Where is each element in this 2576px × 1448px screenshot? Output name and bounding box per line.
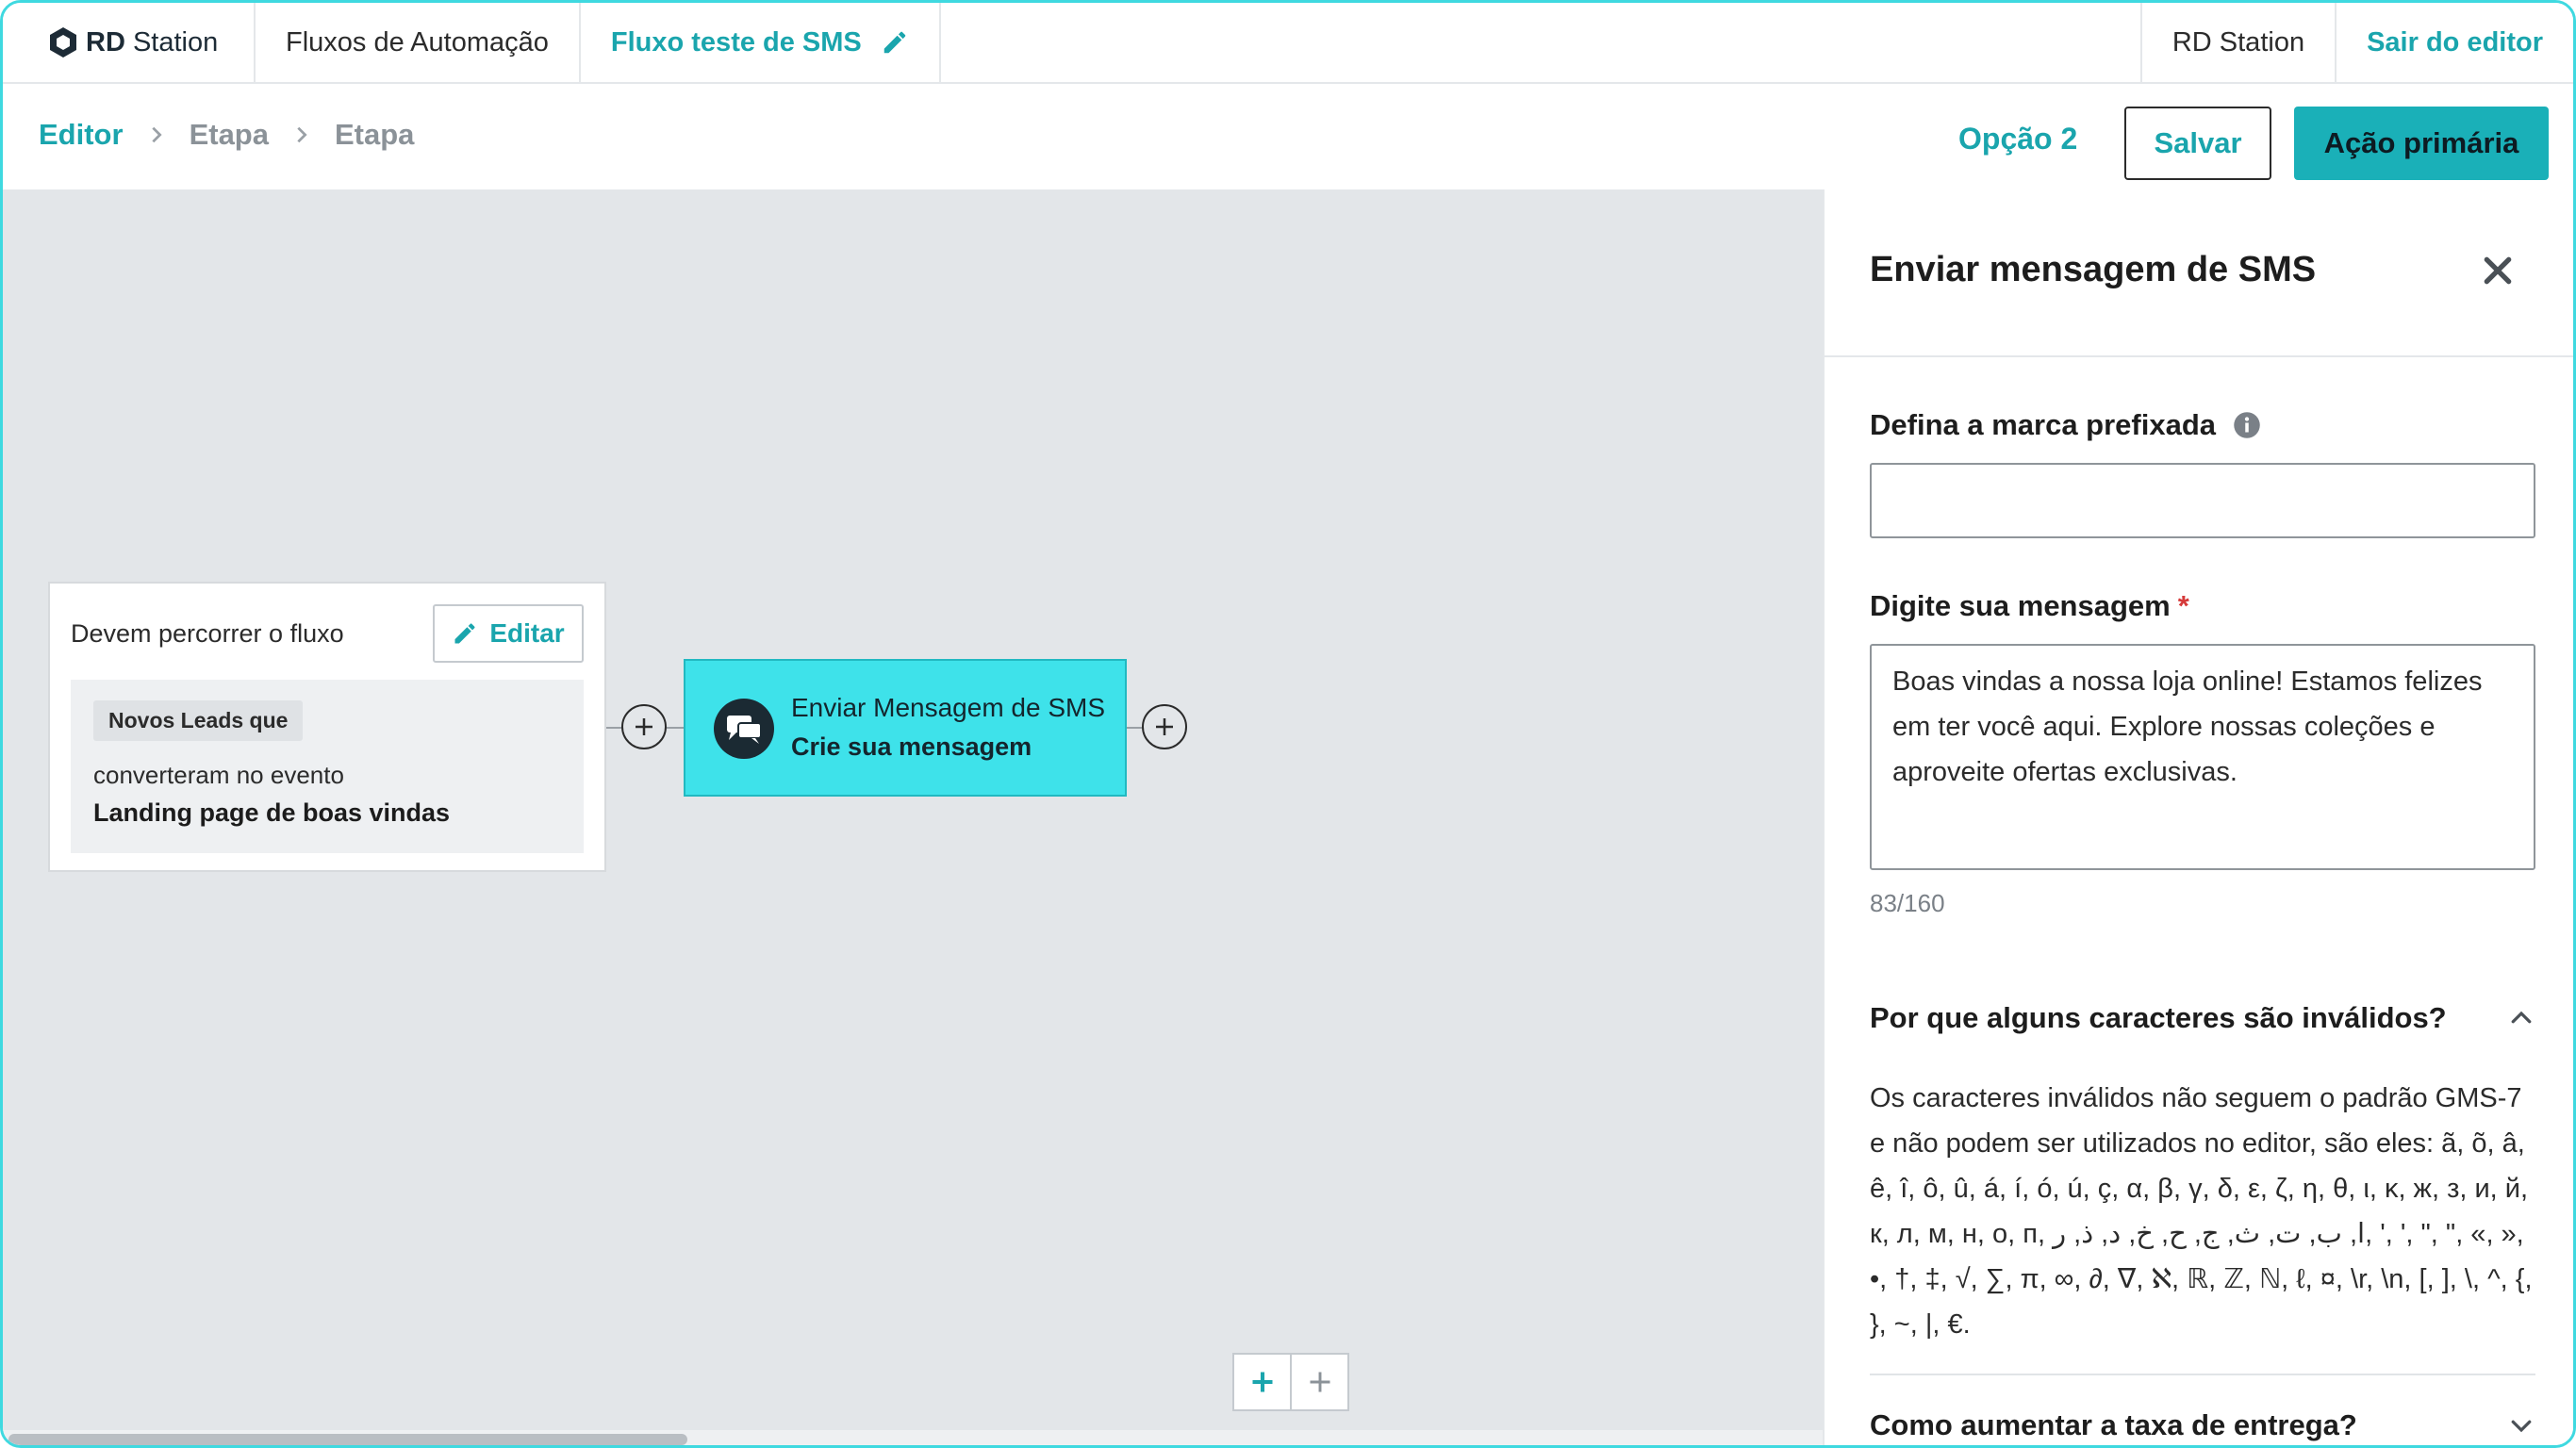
trigger-card[interactable]: Devem percorrer o fluxo Editar Novos Lea… xyxy=(48,582,606,872)
plus-icon xyxy=(1252,1372,1272,1392)
panel-title: Enviar mensagem de SMS xyxy=(1870,250,2317,289)
breadcrumb: Editor Etapa Etapa xyxy=(39,118,414,152)
delivery-rate-accordion-header[interactable]: Como aumentar a taxa de entrega? xyxy=(1870,1402,2535,1445)
add-step-button[interactable] xyxy=(621,704,667,749)
segment-tag: Novos Leads que xyxy=(93,700,304,741)
sms-settings-panel: Enviar mensagem de SMS Defina a marca pr… xyxy=(1823,189,2573,1445)
rd-station-link[interactable]: RD Station xyxy=(2142,3,2337,82)
trigger-conditions: Novos Leads que converteram no evento La… xyxy=(71,680,584,853)
exit-editor-link[interactable]: Sair do editor xyxy=(2337,3,2573,82)
plus-icon xyxy=(1156,718,1173,735)
connector-line xyxy=(606,727,621,729)
top-bar-spacer xyxy=(941,3,2142,82)
invalid-chars-description: Os caracteres inválidos não seguem o pad… xyxy=(1870,1083,2533,1340)
trigger-title: Devem percorrer o fluxo xyxy=(71,619,344,648)
brand-prefix-label: Defina a marca prefixada xyxy=(1870,408,2261,442)
sms-node-title: Enviar Mensagem de SMS xyxy=(791,693,1106,722)
divider xyxy=(1870,1374,2535,1375)
pencil-icon xyxy=(454,623,475,644)
message-textarea[interactable]: Boas vindas a nossa loja online! Estamos… xyxy=(1870,644,2535,870)
connector-line xyxy=(667,727,684,729)
zoom-in-button[interactable] xyxy=(1234,1355,1290,1409)
message-label: Digite sua mensagem * xyxy=(1870,589,2189,622)
breadcrumb-item-editor[interactable]: Editor xyxy=(39,118,124,152)
sms-node-subtitle: Crie sua mensagem xyxy=(791,732,1032,761)
flow-name-label: Fluxo teste de SMS xyxy=(610,26,862,58)
chevron-right-icon xyxy=(151,126,162,143)
event-name: Landing page de boas vindas xyxy=(93,798,451,827)
horizontal-scrollbar[interactable] xyxy=(3,1430,1823,1445)
pencil-icon[interactable] xyxy=(881,28,909,57)
top-bar: RD Station Fluxos de Automação Fluxo tes… xyxy=(3,3,2573,84)
chevron-right-icon xyxy=(297,126,307,143)
flow-canvas[interactable]: Devem percorrer o fluxo Editar Novos Lea… xyxy=(3,189,1823,1445)
invalid-chars-accordion-header[interactable]: Por que alguns caracteres são inválidos? xyxy=(1870,995,2535,1042)
nav-automation-flows[interactable]: Fluxos de Automação xyxy=(256,3,581,82)
rd-logo-icon xyxy=(50,27,76,58)
accordion-title: Como aumentar a taxa de entrega? xyxy=(1870,1408,2357,1441)
info-icon[interactable] xyxy=(2233,411,2261,439)
app-window: RD Station Fluxos de Automação Fluxo tes… xyxy=(0,0,2576,1448)
primary-action-button[interactable]: Ação primária xyxy=(2294,107,2549,180)
panel-header: Enviar mensagem de SMS xyxy=(1825,189,2573,357)
add-step-button[interactable] xyxy=(1142,704,1187,749)
zoom-controls xyxy=(1232,1353,1349,1411)
option-2-link[interactable]: Opção 2 xyxy=(1958,122,2077,156)
sub-header: Editor Etapa Etapa Opção 2 Salvar Ação p… xyxy=(3,84,2573,189)
breadcrumb-item-step-current: Etapa xyxy=(334,118,415,151)
chat-icon xyxy=(714,699,774,759)
edit-trigger-label: Editar xyxy=(489,618,565,648)
save-button[interactable]: Salvar xyxy=(2124,107,2271,180)
breadcrumb-item-step[interactable]: Etapa xyxy=(190,118,269,152)
chevron-up-icon xyxy=(2511,1011,2532,1024)
flow-name[interactable]: Fluxo teste de SMS xyxy=(581,3,941,82)
plus-icon xyxy=(1310,1372,1329,1392)
logo-text: RD Station xyxy=(86,26,219,58)
sms-step-node[interactable]: Enviar Mensagem de SMS Crie sua mensagem xyxy=(684,659,1127,797)
close-icon[interactable] xyxy=(2479,252,2517,289)
chevron-down-icon xyxy=(2511,1420,2532,1433)
zoom-out-button[interactable] xyxy=(1290,1355,1347,1409)
condition-text: converteram no evento xyxy=(93,761,344,789)
plus-icon xyxy=(636,718,652,735)
character-counter: 83/160 xyxy=(1870,889,1945,917)
accordion-title: Por que alguns caracteres são inválidos? xyxy=(1870,1001,2447,1034)
logo[interactable]: RD Station xyxy=(3,3,256,82)
edit-trigger-button[interactable]: Editar xyxy=(433,604,584,663)
required-mark: * xyxy=(2177,589,2189,622)
brand-prefix-input[interactable] xyxy=(1870,463,2535,538)
connector-line xyxy=(1127,727,1142,729)
scrollbar-thumb[interactable] xyxy=(8,1434,687,1445)
